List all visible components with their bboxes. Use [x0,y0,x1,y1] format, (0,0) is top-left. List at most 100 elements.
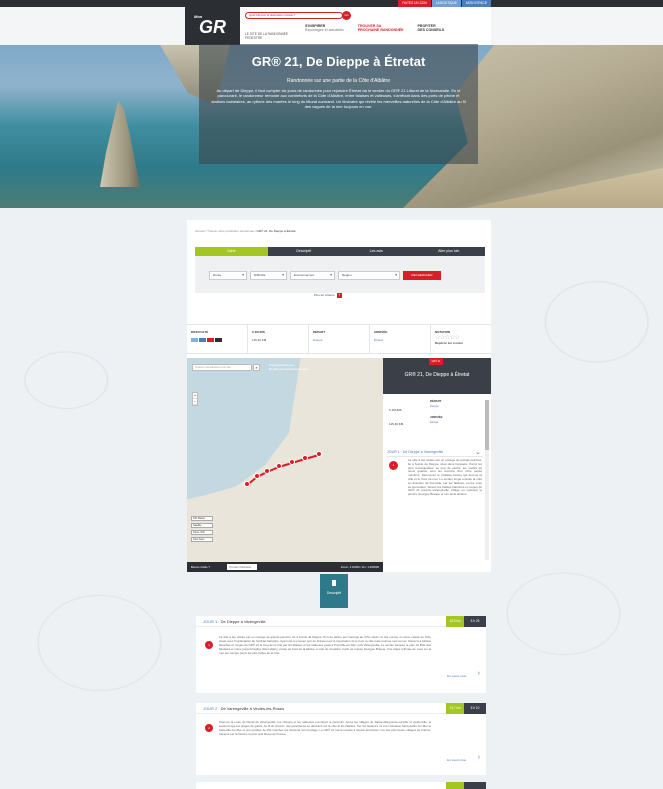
en-savoir-plus-link[interactable]: En savoir plus [447,674,466,678]
map-hint-input[interactable]: Trouver l'itinéraire [227,564,257,570]
info-notation: NOTATION ☆☆☆☆☆ Dépôt le 1er à noter [431,325,491,353]
route-stage-marker[interactable] [254,473,260,479]
breadcrumb-path[interactable]: Accueil / Trouver votre prochaine randon… [195,229,257,233]
day-distance: 18,8 km [446,616,464,627]
tab-aller-plus-loin[interactable]: Aller plus loin [412,247,485,256]
legend-restauration[interactable]: Restauration [293,367,309,371]
day-text: La ville a été visitée par un cortège de… [219,636,431,655]
route-stage-marker[interactable] [302,455,308,461]
layer-ign-raster[interactable]: IGN Raster [191,516,213,521]
help-link[interactable]: Besoin d'aide ? [191,565,210,569]
side-day-heading[interactable]: JOUR 1 : De Dieppe à Varengeville ⌄ [387,448,483,457]
descriptif-anchor[interactable]: Descriptif [320,574,348,608]
legend-hebergements[interactable]: Hébergements [271,367,289,371]
top-links: FAITES UN DON LA BOUTIQUE MON ESPACE [398,0,491,7]
day-distance: 19,7 km [446,703,464,714]
layer-satellite[interactable]: Satellite [191,523,213,528]
zoom-out-icon[interactable]: − [193,399,197,405]
depart-link[interactable]: Dieppe [313,338,369,342]
logo-text: GR [199,16,226,37]
environnement-select[interactable]: Environnement [290,271,335,280]
shop-link[interactable]: LA BOUTIQUE [431,0,461,7]
layer-topo-scan[interactable]: Topo Scan [191,537,213,542]
page-title: GR® 21, De Dieppe à Étretat [251,54,426,69]
rate-link[interactable]: Dépôt le 1er à noter [435,341,491,345]
rating-stars[interactable]: ☆☆☆☆☆ [435,334,491,341]
side-stats: 6 JOURS 115,40 KM DÉPART Dieppe ARRIVÉE … [389,399,443,426]
nav-inspirer[interactable]: S'INSPIRER Reportages et actualités [305,24,344,33]
hero-text-box: GR® 21, De Dieppe à Étretat Randonnée su… [199,44,478,164]
hero-description: Au départ de Dieppe, il faut compter six… [211,88,466,110]
account-link[interactable]: MON ESPACE [461,0,491,7]
chevron-right-icon[interactable]: › [478,670,480,677]
side-day-number: 1 [389,461,398,470]
site-header: Mon GR Quel GR pour la destination chois… [185,7,491,47]
nav-profiter[interactable]: PROFITER DES CONSEILS [418,24,445,33]
day-text: Prenons la route du littoral de Varengev… [219,721,431,736]
tab-avis[interactable]: Les avis [340,247,413,256]
map-legend: Itinéraire ■ Parcours ■ Hébergements ■ R… [269,363,309,371]
chevron-right-icon[interactable]: › [478,754,480,761]
map-zoom-control: + − [192,392,198,406]
search-go-button[interactable]: GO [342,11,351,20]
day-duration: 5 h 25 [464,616,486,627]
side-panel-header: GR® 21 GR® 21, De Dieppe à Étretat [383,358,491,394]
route-stage-marker[interactable] [316,451,322,457]
layer-topo-ign[interactable]: Topo+ IGN [191,530,213,535]
day-header[interactable]: JOUR 2 : De Varengeville à Veules-les-Ro… [196,703,486,714]
nav-trouver[interactable]: TROUVER SA PROCHAINE RANDONNÉE [358,24,404,33]
side-scrollbar[interactable] [485,400,489,560]
breadcrumb-current: GR® 21, De Dieppe à Étretat [256,229,296,233]
map-search-input[interactable]: Trouver une adresse ou un lieu [192,364,252,371]
donate-link[interactable]: FAITES UN DON [398,0,431,7]
main-content-card: Accueil / Trouver votre prochaine randon… [187,220,491,572]
arrivee-link[interactable]: Étretat [374,338,430,342]
region-select[interactable]: Région [338,271,400,280]
info-arrivee: ARRIVÉE Étretat [370,325,431,353]
day-header[interactable]: JOUR 1 : De Dieppe à Varengeville 18,8 k… [196,616,486,627]
breadcrumb: Accueil / Trouver votre prochaine randon… [195,229,295,233]
trail-map[interactable]: Trouver une adresse ou un lieu ⌕ Itinéra… [187,358,383,572]
route-stage-marker[interactable] [276,463,282,469]
chevron-down-icon[interactable]: ⌄ [475,448,481,456]
route-stage-marker[interactable] [289,459,295,465]
more-criteria-toggle[interactable]: Plus de critères + [314,293,342,298]
en-savoir-plus-link[interactable]: En savoir plus [447,758,466,762]
duree-select[interactable]: Durée [209,271,247,280]
route-stage-marker[interactable] [264,468,270,474]
info-depart: DÉPART Dieppe [309,325,370,353]
search-filters: Durée Difficulté Environnement Région RE… [195,256,485,293]
tab-descriptif[interactable]: Descriptif [267,247,340,256]
map-layer-buttons: IGN Raster Satellite Topo+ IGN Topo Scan [191,516,213,544]
side-title: GR® 21, De Dieppe à Étretat [404,372,470,378]
plus-icon: + [336,293,342,298]
tab-carte[interactable]: Carte [195,247,268,256]
day-number-badge: 1 [205,641,213,649]
side-arrivee-link[interactable]: Étretat [430,420,438,424]
hero-subtitle: Randonnée sur une partie de la Côte d'Al… [287,78,390,84]
day-card-3-partial [196,782,486,789]
rechercher-button[interactable]: RECHERCHER [403,271,441,280]
map-scale: Zoom: 1:10000 / km: 1:200000 [340,565,379,569]
info-duration: 6 JOURS 115,40 KM [248,325,309,353]
site-logo[interactable]: Mon GR [185,7,240,47]
trail-info-bar: DIFFICULTÉ 6 JOURS 115,40 KM DÉPART Diep… [187,324,491,354]
content-tabs: Carte Descriptif Les avis Aller plus loi… [195,247,485,256]
logo-small-text: Mon [194,14,203,19]
top-bar [0,0,663,7]
side-day-text: La ville a été visitée par un cortège de… [408,459,482,497]
map-side-panel: GR® 21 GR® 21, De Dieppe à Étretat 6 JOU… [383,358,491,572]
hero-needle-rock [100,101,140,187]
difficulty-meter [191,338,247,342]
map-search-icon[interactable]: ⌕ [253,364,260,371]
day-card-2: JOUR 2 : De Varengeville à Veules-les-Ro… [196,703,486,775]
side-depart-link[interactable]: Dieppe [430,404,439,408]
day-duration: 5 h 10 [464,703,486,714]
more-criteria-label: Plus de critères [314,293,335,297]
day-card-1: JOUR 1 : De Dieppe à Varengeville 18,8 k… [196,616,486,693]
gr-badge: GR® 21 [429,358,443,365]
route-stage-marker[interactable] [244,481,250,487]
map-footer: Besoin d'aide ? Trouver l'itinéraire Zoo… [187,562,383,572]
search-input[interactable]: Quel GR pour la destination choisie ? [245,12,343,19]
difficulte-select[interactable]: Difficulté [250,271,287,280]
